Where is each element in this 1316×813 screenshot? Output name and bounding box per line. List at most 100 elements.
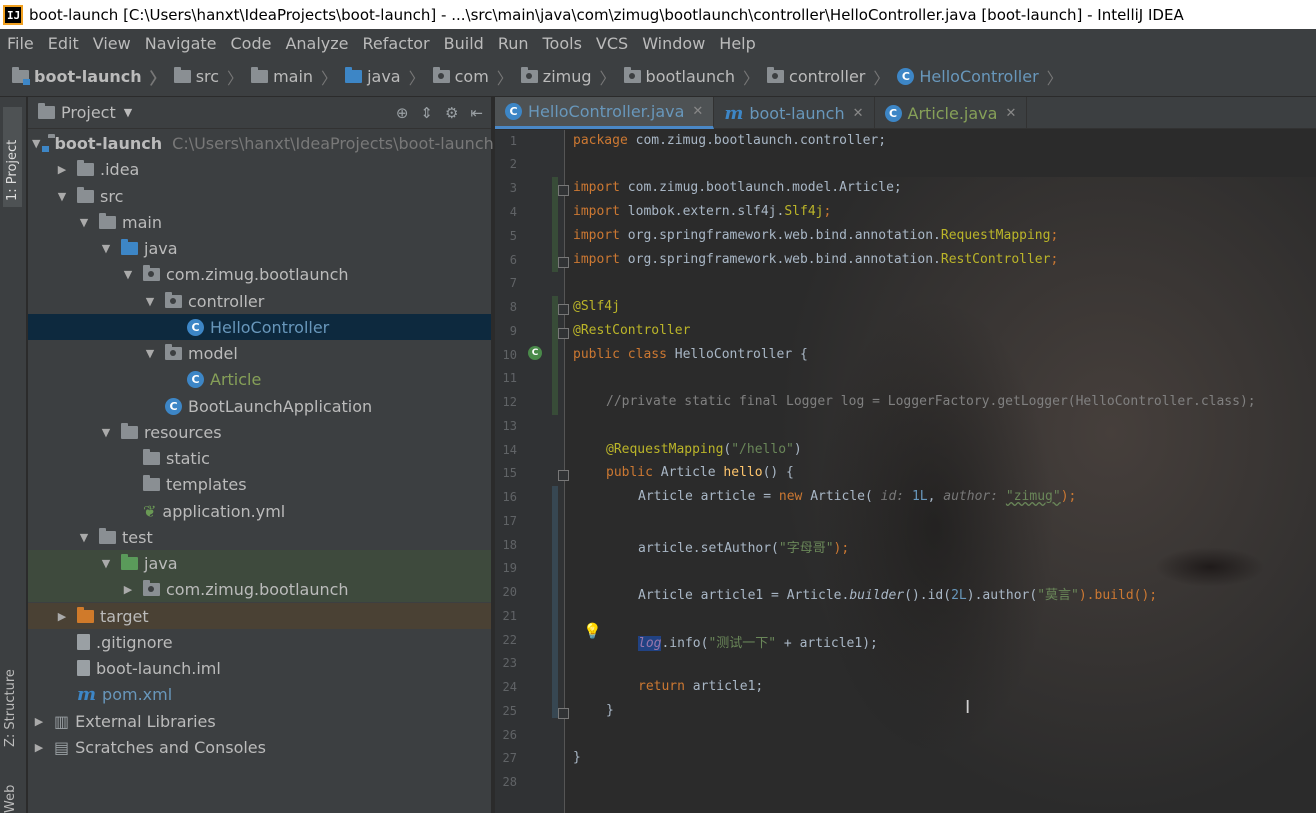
menu-refactor[interactable]: Refactor bbox=[363, 34, 430, 53]
menu-tools[interactable]: Tools bbox=[543, 34, 582, 53]
tree-item-src[interactable]: ▼ src bbox=[28, 183, 491, 209]
chevron-down-icon[interactable]: ▼ bbox=[99, 557, 113, 570]
locate-target-icon[interactable]: ⊕ bbox=[396, 104, 409, 122]
menu-build[interactable]: Build bbox=[444, 34, 484, 53]
scratches-icon: ▤ bbox=[54, 737, 70, 757]
menu-window[interactable]: Window bbox=[642, 34, 705, 53]
close-icon[interactable]: ✕ bbox=[692, 104, 703, 119]
maven-icon: m bbox=[77, 683, 97, 705]
tree-item-test[interactable]: ▼ test bbox=[28, 524, 491, 550]
tree-item-java[interactable]: ▼ java bbox=[28, 235, 491, 261]
tab-hellocontroller-java[interactable]: C HelloController.java ✕ bbox=[495, 97, 715, 129]
package-icon bbox=[520, 67, 538, 83]
tree-item-iml[interactable]: boot-launch.iml bbox=[28, 655, 491, 681]
code-line-15: public Article hello() { bbox=[606, 465, 794, 487]
fold-marker-icon[interactable] bbox=[558, 304, 569, 315]
fold-marker-icon[interactable] bbox=[558, 185, 569, 196]
tree-item-boot-launch[interactable]: ▼ boot-launch C:\Users\hanxt\IdeaProject… bbox=[28, 130, 494, 156]
line-number: 23 bbox=[502, 656, 517, 670]
tool-tab-project[interactable]: 1: Project bbox=[3, 107, 22, 207]
menu-navigate[interactable]: Navigate bbox=[145, 34, 217, 53]
tab-boot-launch-pom[interactable]: m boot-launch ✕ bbox=[714, 97, 875, 129]
code-text: article1; bbox=[684, 679, 764, 694]
fold-marker-icon[interactable] bbox=[558, 328, 569, 339]
menu-view[interactable]: View bbox=[93, 34, 131, 53]
breadcrumb-item-zimug[interactable]: zimug 〉 bbox=[520, 65, 616, 89]
gear-icon[interactable]: ⚙ bbox=[445, 104, 458, 122]
menu-help[interactable]: Help bbox=[719, 34, 755, 53]
breadcrumb-item-hellocontroller[interactable]: C HelloController 〉 bbox=[897, 65, 1063, 89]
lightbulb-icon[interactable]: 💡 bbox=[583, 622, 602, 640]
folder-icon bbox=[77, 186, 94, 203]
chevron-down-icon[interactable]: ▼ bbox=[32, 137, 40, 150]
parameter-hint: author: bbox=[935, 489, 1006, 504]
tab-article-java[interactable]: C Article.java ✕ bbox=[875, 97, 1028, 129]
chevron-right-icon[interactable]: ▶ bbox=[32, 715, 46, 728]
chevron-down-icon[interactable]: ▼ bbox=[143, 347, 157, 360]
tree-item-controller[interactable]: ▼ controller bbox=[28, 288, 491, 314]
vcs-change-marker[interactable] bbox=[552, 486, 558, 718]
spring-boot-class-icon: C bbox=[165, 397, 182, 415]
tree-item-test-java[interactable]: ▼ java bbox=[28, 550, 491, 576]
menu-file[interactable]: File bbox=[7, 34, 34, 53]
tree-item-package[interactable]: ▼ com.zimug.bootlaunch bbox=[28, 261, 491, 287]
fold-marker-icon[interactable] bbox=[558, 708, 569, 719]
chevron-down-icon[interactable]: ▼ bbox=[77, 216, 91, 229]
line-number: 18 bbox=[502, 538, 517, 552]
fold-marker-icon[interactable] bbox=[558, 257, 569, 268]
chevron-down-icon[interactable]: ▼ bbox=[124, 106, 132, 119]
tree-item-scratches[interactable]: ▶ ▤ Scratches and Consoles bbox=[28, 734, 491, 760]
tree-item-resources[interactable]: ▼ resources bbox=[28, 419, 491, 445]
breadcrumb-item-src[interactable]: src 〉 bbox=[173, 65, 243, 89]
menu-code[interactable]: Code bbox=[231, 34, 272, 53]
menu-edit[interactable]: Edit bbox=[48, 34, 79, 53]
breadcrumb-item-java[interactable]: java 〉 bbox=[345, 65, 425, 89]
chevron-down-icon[interactable]: ▼ bbox=[77, 531, 91, 544]
collapse-all-icon[interactable]: ⇕ bbox=[420, 104, 433, 122]
breadcrumb-item-controller[interactable]: controller 〉 bbox=[767, 65, 889, 89]
tree-item-gitignore[interactable]: .gitignore bbox=[28, 629, 491, 655]
breadcrumb-item-bootlaunch[interactable]: bootlaunch 〉 bbox=[623, 65, 759, 89]
breadcrumb-item-main[interactable]: main 〉 bbox=[251, 65, 337, 89]
chevron-down-icon[interactable]: ▼ bbox=[99, 242, 113, 255]
project-folder-icon bbox=[38, 103, 55, 119]
chevron-right-icon: 〉 bbox=[321, 68, 338, 88]
chevron-down-icon[interactable]: ▼ bbox=[99, 426, 113, 439]
tree-item-application-yml[interactable]: ❦ application.yml bbox=[28, 498, 491, 524]
tree-item-idea[interactable]: ▶ .idea bbox=[28, 156, 491, 182]
breadcrumb-item-boot-launch[interactable]: boot-launch 〉 bbox=[12, 65, 166, 89]
close-icon[interactable]: ✕ bbox=[1005, 106, 1016, 121]
tree-item-target[interactable]: ▶ target bbox=[28, 603, 491, 629]
tree-item-main[interactable]: ▼ main bbox=[28, 209, 491, 235]
close-icon[interactable]: ✕ bbox=[853, 106, 864, 121]
tree-item-external-libraries[interactable]: ▶ ▥ External Libraries bbox=[28, 708, 491, 734]
tool-tab-web[interactable]: Web bbox=[3, 777, 18, 813]
chevron-down-icon[interactable]: ▼ bbox=[55, 190, 69, 203]
breadcrumb-item-com[interactable]: com 〉 bbox=[432, 65, 513, 89]
tree-item-article[interactable]: C Article bbox=[28, 366, 491, 392]
tree-item-templates[interactable]: templates bbox=[28, 471, 491, 497]
tree-item-pom[interactable]: m pom.xml bbox=[28, 681, 491, 707]
editor-gutter[interactable]: 1 2 3 4 5 6 7 8 9 10 11 12 13 14 15 16 1… bbox=[495, 130, 569, 813]
tree-item-static[interactable]: static bbox=[28, 445, 491, 471]
tool-tab-structure[interactable]: Z: Structure bbox=[3, 657, 18, 747]
chevron-right-icon[interactable]: ▶ bbox=[121, 583, 135, 596]
spring-bean-gutter-icon[interactable]: C bbox=[528, 346, 542, 360]
chevron-down-icon[interactable]: ▼ bbox=[143, 295, 157, 308]
chevron-right-icon[interactable]: ▶ bbox=[32, 741, 46, 754]
fold-marker-icon[interactable] bbox=[558, 470, 569, 481]
folder-icon bbox=[251, 67, 269, 83]
chevron-right-icon[interactable]: ▶ bbox=[55, 610, 69, 623]
menu-run[interactable]: Run bbox=[498, 34, 529, 53]
tree-item-test-package[interactable]: ▶ com.zimug.bootlaunch bbox=[28, 576, 491, 602]
tree-item-bootlaunchapplication[interactable]: C BootLaunchApplication bbox=[28, 393, 491, 419]
project-panel-title[interactable]: Project bbox=[61, 103, 116, 122]
tree-item-model[interactable]: ▼ model bbox=[28, 340, 491, 366]
menu-analyze[interactable]: Analyze bbox=[285, 34, 348, 53]
chevron-down-icon[interactable]: ▼ bbox=[121, 268, 135, 281]
code-editor[interactable]: C HelloController.java ✕ m boot-launch ✕… bbox=[495, 97, 1316, 813]
hide-panel-icon[interactable]: ⇤ bbox=[470, 104, 483, 122]
tree-item-hellocontroller[interactable]: C HelloController bbox=[28, 314, 491, 340]
chevron-right-icon[interactable]: ▶ bbox=[55, 163, 69, 176]
menu-vcs[interactable]: VCS bbox=[596, 34, 628, 53]
